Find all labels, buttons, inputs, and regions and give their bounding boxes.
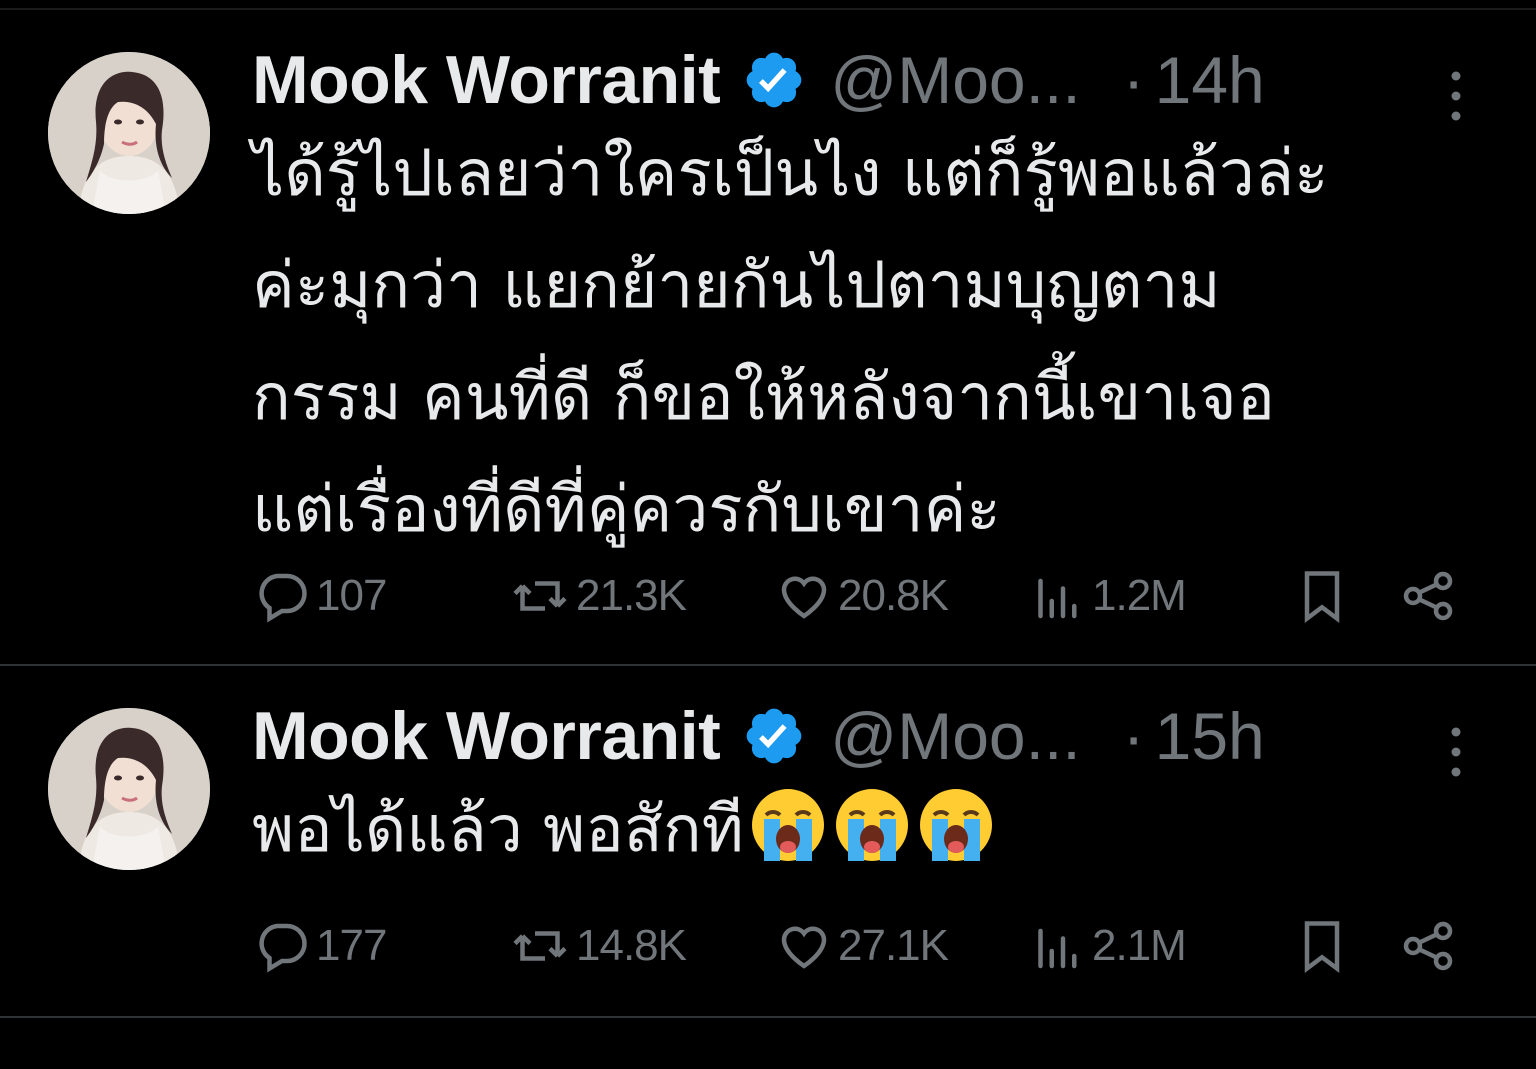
tweet-header: Mook Worranit @Moo... · 15h [252,696,1492,776]
loudly-crying-face-icon [751,789,824,861]
tweet-actions: 107 21.3K 20.8K 1.2M [252,566,1472,626]
bookmark-button[interactable] [1292,916,1352,976]
like-button[interactable]: 20.8K [774,566,949,626]
retweet-button[interactable]: 14.8K [508,916,687,976]
avatar[interactable] [48,52,210,214]
bookmark-button[interactable] [1292,566,1352,626]
share-button[interactable] [1398,916,1458,976]
display-name[interactable]: Mook Worranit [252,41,721,119]
reply-count: 107 [316,571,387,620]
heart-icon [781,926,827,969]
next-tweet-peek [0,1018,1536,1069]
tweet[interactable]: Mook Worranit @Moo... · 15h พอได้แล้ว พอ… [0,666,1536,1016]
loudly-crying-face-icon [835,789,908,861]
bookmark-icon [1304,921,1340,973]
views-icon [1038,578,1077,619]
avatar[interactable] [48,708,210,870]
views-count: 2.1M [1092,921,1187,970]
retweet-icon [513,931,567,961]
like-count: 20.8K [838,571,949,620]
share-icon [1403,571,1453,621]
like-button[interactable]: 27.1K [774,916,949,976]
share-icon [1403,921,1453,971]
views-icon [1038,928,1077,969]
more-vertical-icon[interactable] [1442,724,1470,780]
heart-icon [781,576,827,619]
reply-count: 177 [316,921,387,970]
retweet-icon [513,581,567,611]
separator-dot: · [1122,699,1145,773]
reply-icon [259,923,307,973]
verified-badge-icon [746,52,802,108]
timestamp[interactable]: 14h [1155,42,1265,118]
tweet-text: พอได้แล้ว พอสักที [252,774,1512,886]
user-handle[interactable]: @Moo... [830,42,1080,118]
loudly-crying-face-icon [919,789,992,861]
reply-button[interactable]: 107 [252,566,387,626]
reply-button[interactable]: 177 [252,916,387,976]
tweet-actions: 177 14.8K 27.1K 2.1M [252,916,1472,976]
separator-dot: · [1122,43,1145,117]
timestamp[interactable]: 15h [1155,698,1265,774]
retweet-button[interactable]: 21.3K [508,566,687,626]
more-vertical-icon[interactable] [1442,68,1470,124]
tweet-text-content: พอได้แล้ว พอสักที [252,793,744,867]
share-button[interactable] [1398,566,1458,626]
bookmark-icon [1304,571,1340,623]
like-count: 27.1K [838,921,949,970]
views-button[interactable]: 2.1M [1028,916,1187,976]
reply-icon [259,573,307,623]
user-handle[interactable]: @Moo... [830,698,1080,774]
retweet-count: 14.8K [576,921,687,970]
tweet-header: Mook Worranit @Moo... · 14h [252,40,1492,120]
tweet[interactable]: Mook Worranit @Moo... · 14h ได้รู้ไปเลยว… [0,10,1536,664]
verified-badge-icon [746,708,802,764]
display-name[interactable]: Mook Worranit [252,697,721,775]
views-button[interactable]: 1.2M [1028,566,1187,626]
tweet-text: ได้รู้ไปเลยว่าใครเป็นไง แต่ก็รู้พอแล้วล่… [252,137,1329,547]
views-count: 1.2M [1092,571,1187,620]
retweet-count: 21.3K [576,571,687,620]
